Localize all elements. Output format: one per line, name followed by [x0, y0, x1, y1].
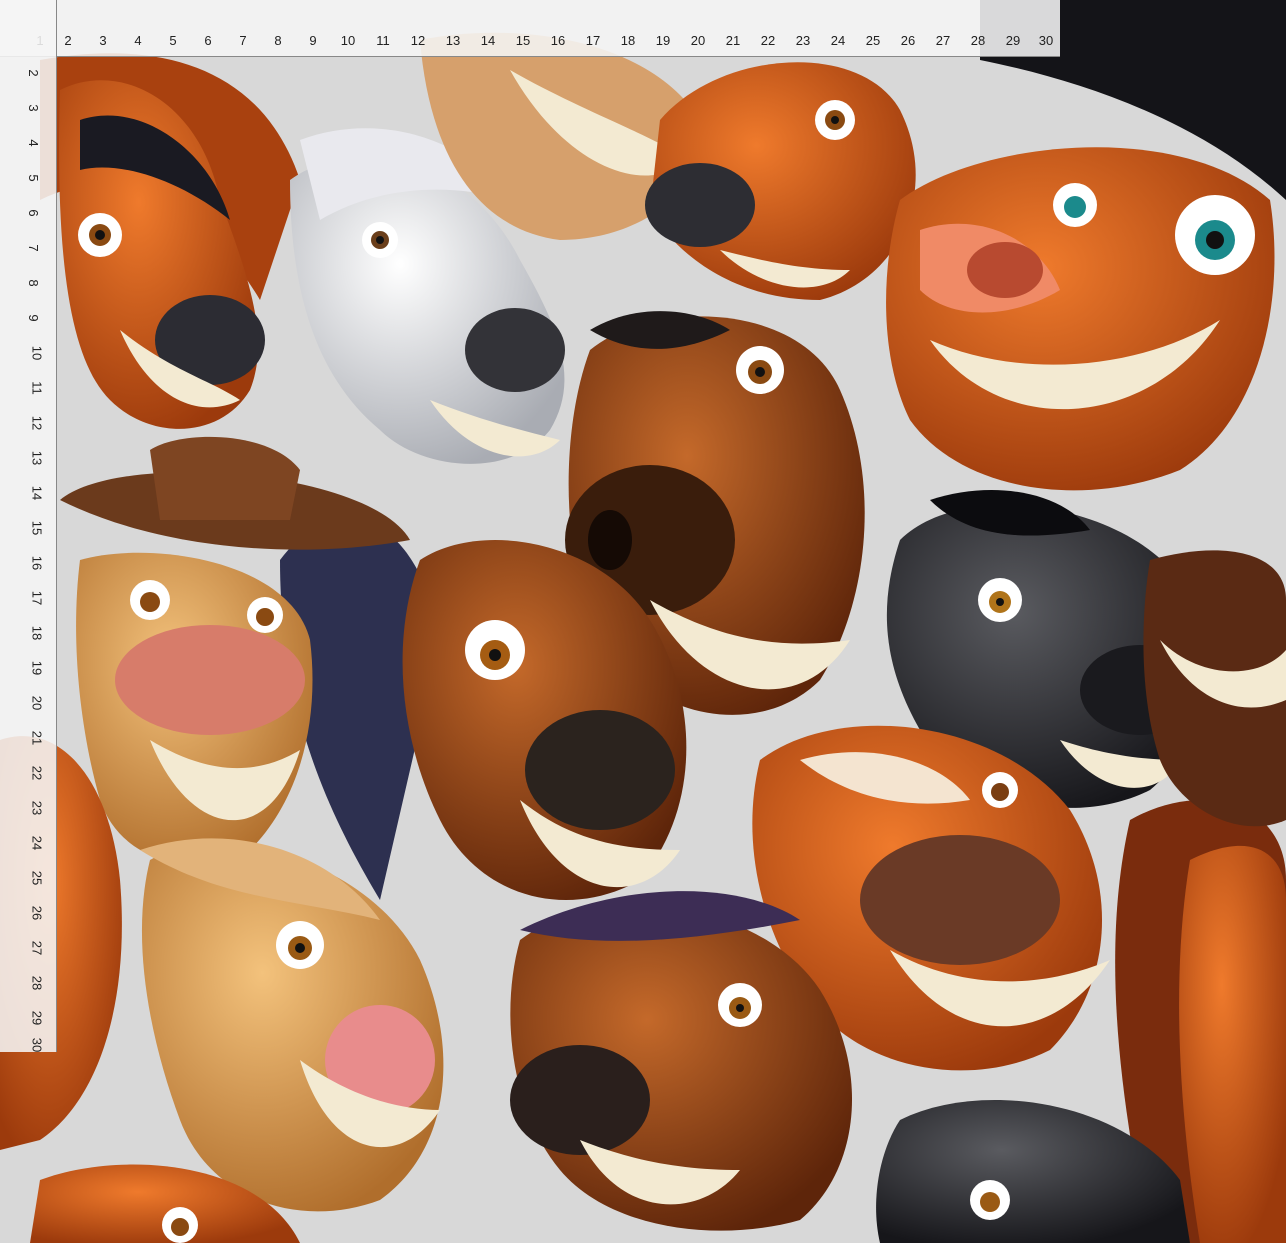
ruler-left-number: 7: [26, 244, 42, 252]
ruler-top-number: 15: [515, 33, 531, 48]
ruler-left-number: 4: [26, 139, 42, 147]
ruler-left-number: 15: [29, 520, 45, 536]
ruler-top-number: 26: [900, 33, 916, 48]
ruler-left-number: 25: [29, 870, 45, 886]
ruler-left-number: 29: [29, 1010, 45, 1026]
ruler-left-number: 6: [26, 209, 42, 217]
ruler-left-number: 10: [29, 345, 45, 361]
ruler-left-number: 9: [26, 314, 42, 322]
ruler-left-number: 8: [26, 279, 42, 287]
horse-face: [1179, 845, 1286, 1243]
ruler-left-number: 2: [26, 69, 42, 77]
ruler-left-number: 24: [29, 835, 45, 851]
ruler-left-number: 17: [29, 590, 45, 606]
ruler-left-number: 27: [29, 940, 45, 956]
ruler-top-number: 16: [550, 33, 566, 48]
ruler-top-number: 2: [64, 33, 72, 48]
ruler-top-number: 22: [760, 33, 776, 48]
ruler-top-number: 7: [239, 33, 247, 48]
ruler-left-number: 26: [29, 905, 45, 921]
ruler-top-number: 9: [309, 33, 317, 48]
ruler-left-number: 18: [29, 625, 45, 641]
ruler-top-number: 18: [620, 33, 636, 48]
ruler-top-number: 28: [970, 33, 986, 48]
ruler-top-number: 17: [585, 33, 601, 48]
ruler-left-number: 5: [26, 174, 42, 182]
ruler-top-number: 27: [935, 33, 951, 48]
ruler-top-number: 21: [725, 33, 741, 48]
ruler-left-number: 11: [29, 381, 45, 395]
ruler-top-number: 4: [134, 33, 142, 48]
ruler-top-number: 25: [865, 33, 881, 48]
ruler-top-number: 19: [655, 33, 671, 48]
ruler-left-number: 14: [29, 485, 45, 501]
ruler-top-number: 20: [690, 33, 706, 48]
ruler-left-number: 12: [29, 415, 45, 431]
ruler-top-number: 24: [830, 33, 846, 48]
ruler-top-number: 11: [376, 33, 390, 48]
ruler-left-number: 22: [29, 765, 45, 781]
ruler-top-number: 5: [169, 33, 177, 48]
ruler-top-number: 6: [204, 33, 212, 48]
ruler-top-number: 10: [340, 33, 356, 48]
ruler-left-number: 13: [29, 450, 45, 466]
ruler-top-number: 14: [480, 33, 496, 48]
ruler-left-number: 23: [29, 800, 45, 816]
ruler-top-number: 23: [795, 33, 811, 48]
ruler-left-number: 28: [29, 975, 45, 991]
ruler-left-number: 30: [29, 1037, 45, 1053]
ruler-left-number: 16: [29, 555, 45, 571]
ruler-top-number: 12: [410, 33, 426, 48]
ruler-left: 2 3 4 5 6 7 8 9 10 11 12 13 14 15 16 17 …: [0, 0, 57, 1052]
ruler-top-number: 13: [445, 33, 461, 48]
ruler-left-number: 21: [29, 730, 45, 746]
ruler-left-number: 20: [29, 695, 45, 711]
ruler-left-number: 19: [29, 660, 45, 676]
ruler-top: 1 2 3 4 5 6 7 8 9 10 11 12 13 14 15 16 1…: [0, 0, 1060, 57]
ruler-top-number: 3: [99, 33, 107, 48]
ruler-left-number: 3: [26, 104, 42, 112]
horse-pattern-artwork: [0, 0, 1286, 1243]
ruler-top-number: 30: [1038, 33, 1054, 48]
ruler-top-number: 8: [274, 33, 282, 48]
ruler-top-number: 29: [1005, 33, 1021, 48]
